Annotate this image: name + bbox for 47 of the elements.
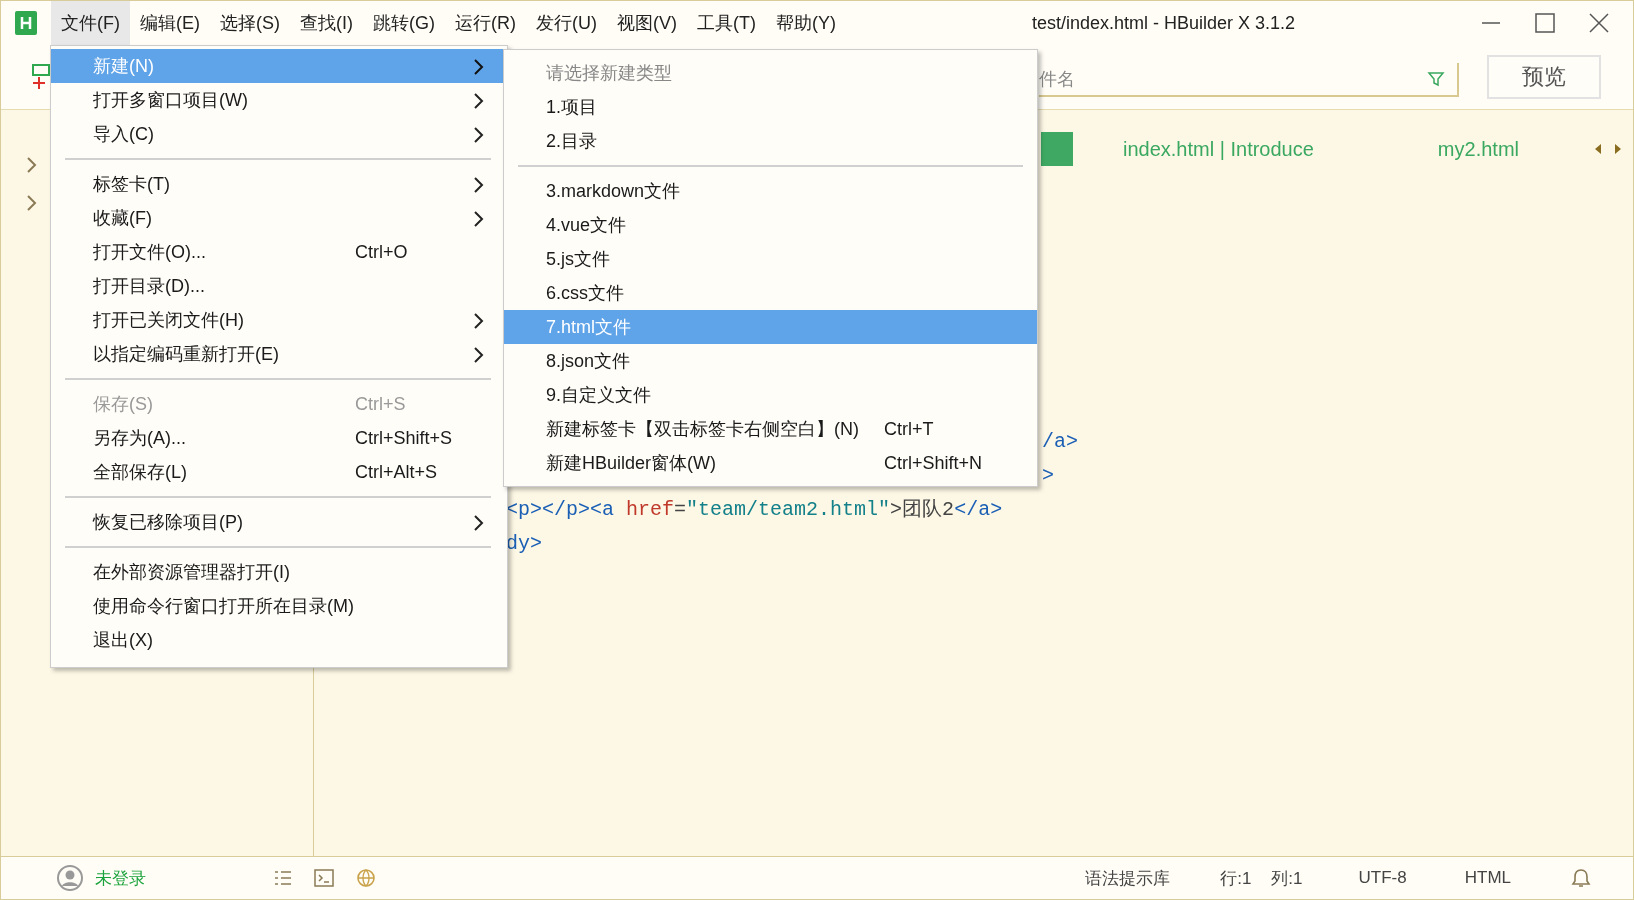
menu-item[interactable]: 打开多窗口项目(W)	[51, 83, 507, 117]
menu-item[interactable]: 在外部资源管理器打开(I)	[51, 555, 507, 589]
menu-item[interactable]: 退出(X)	[51, 623, 507, 657]
menu-item[interactable]: 1.项目	[504, 90, 1037, 124]
code-line: <p></p><a href="team/team2.html">团队2</a>	[506, 497, 1003, 523]
menu-bar-item[interactable]: 工具(T)	[687, 1, 766, 45]
menu-item[interactable]: 导入(C)	[51, 117, 507, 151]
menu-item[interactable]: 另存为(A)... Ctrl+Shift+S	[51, 421, 507, 455]
menu-bar-item[interactable]: 运行(R)	[445, 1, 526, 45]
menu-bar-item[interactable]: 文件(F)	[51, 1, 130, 45]
menu-item[interactable]: 打开已关闭文件(H)	[51, 303, 507, 337]
menu-item[interactable]: 打开文件(O)... Ctrl+O	[51, 235, 507, 269]
status-item[interactable]: 语法提示库	[1085, 866, 1171, 890]
menu-item[interactable]: 标签卡(T)	[51, 167, 507, 201]
window-title: test/index.html - HBuilder X 3.1.2	[1030, 12, 1297, 34]
status-item[interactable]: UTF-8	[1358, 868, 1407, 888]
menu-item[interactable]: 打开目录(D)...	[51, 269, 507, 303]
menu-item[interactable]: 收藏(F)	[51, 201, 507, 235]
code-line: dy>	[506, 531, 542, 557]
menu-item[interactable]: 全部保存(L) Ctrl+Alt+S	[51, 455, 507, 489]
submenu-header: 请选择新建类型	[545, 62, 673, 85]
menu-bar-item[interactable]: 查找(I)	[290, 1, 363, 45]
status-item[interactable]: 行:1	[1220, 866, 1252, 890]
preview-button[interactable]: 预览	[1487, 55, 1601, 99]
menu-item[interactable]: 2.目录	[504, 124, 1037, 158]
menu-item[interactable]: 以指定编码重新打开(E)	[51, 337, 507, 371]
menu-item[interactable]: 新建标签卡【双击标签卡右侧空白】(N) Ctrl+T	[504, 412, 1037, 446]
menu-item[interactable]: 9.自定义文件	[504, 378, 1037, 412]
menu-item[interactable]: 4.vue文件	[504, 208, 1037, 242]
code-line: /a>	[1042, 429, 1078, 455]
menu-bar-item[interactable]: 选择(S)	[210, 1, 290, 45]
menu-item[interactable]: 3.markdown文件	[504, 174, 1037, 208]
menu-bar-item[interactable]: 视图(V)	[607, 1, 687, 45]
menu-item[interactable]: 6.css文件	[504, 276, 1037, 310]
menu-bar-item[interactable]: 跳转(G)	[363, 1, 445, 45]
search-field[interactable]: 件名	[1039, 63, 1459, 97]
menu-item[interactable]: 8.json文件	[504, 344, 1037, 378]
menu-item[interactable]: 新建HBuilder窗体(W) Ctrl+Shift+N	[504, 446, 1037, 480]
menu-item[interactable]: 5.js文件	[504, 242, 1037, 276]
code-line: >	[1042, 463, 1054, 489]
status-item[interactable]: 列:1	[1271, 866, 1303, 890]
menu-bar-item[interactable]: 发行(U)	[526, 1, 607, 45]
menu-item[interactable]: 使用命令行窗口打开所在目录(M)	[51, 589, 507, 623]
menu-bar-item[interactable]: 帮助(Y)	[765, 1, 846, 45]
menu-bar-item[interactable]: 编辑(E)	[130, 1, 210, 45]
status-item[interactable]: HTML	[1464, 868, 1511, 888]
menu-item[interactable]: 恢复已移除项目(P)	[51, 505, 507, 539]
